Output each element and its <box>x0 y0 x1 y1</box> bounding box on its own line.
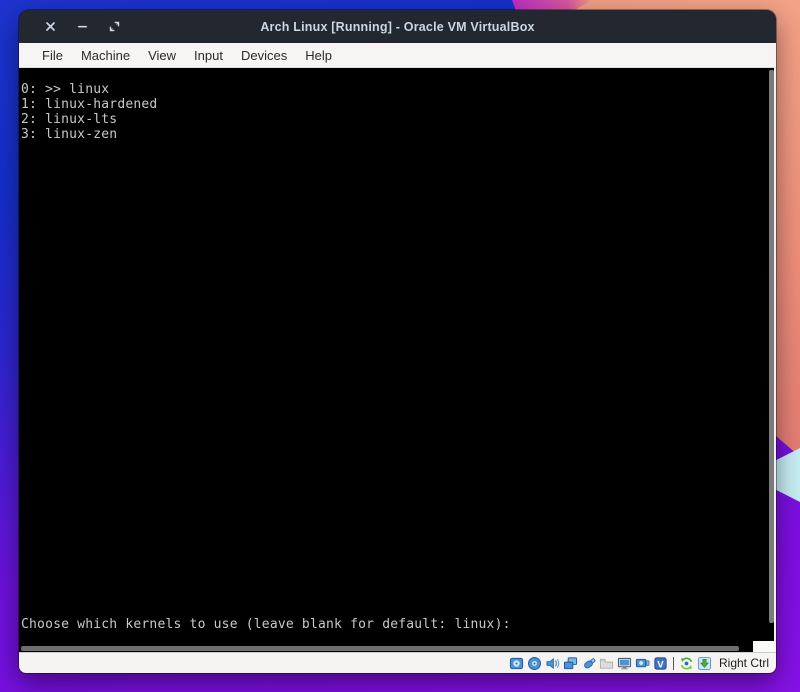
svg-text:V: V <box>657 659 664 669</box>
kernel-prompt-line: Choose which kernels to use (leave blank… <box>21 617 511 632</box>
mouse-integration-icon[interactable] <box>679 656 694 671</box>
menu-machine[interactable]: Machine <box>72 45 139 66</box>
shared-folders-icon[interactable] <box>599 656 614 671</box>
window-title: Arch Linux [Running] - Oracle VM Virtual… <box>260 20 534 34</box>
window-controls <box>45 10 120 43</box>
horizontal-scrollbar[interactable] <box>19 645 753 652</box>
horizontal-scrollbar-thumb[interactable] <box>21 646 739 651</box>
menu-view[interactable]: View <box>139 45 185 66</box>
vm-console-screen[interactable]: 0: >> linux 1: linux-hardened 2: linux-l… <box>19 68 776 652</box>
display-icon[interactable] <box>617 656 632 671</box>
menu-help[interactable]: Help <box>296 45 341 66</box>
menu-devices[interactable]: Devices <box>232 45 296 66</box>
vertical-scrollbar-track <box>774 68 776 645</box>
statusbar: V Right Ctrl <box>19 652 776 673</box>
close-icon[interactable] <box>45 21 56 32</box>
kernel-selection-list: 0: >> linux 1: linux-hardened 2: linux-l… <box>21 82 157 142</box>
usb-icon[interactable] <box>581 656 596 671</box>
keyboard-capture-icon[interactable] <box>697 656 712 671</box>
minimize-icon[interactable] <box>77 21 88 32</box>
scrollbar-corner <box>753 641 776 652</box>
titlebar[interactable]: Arch Linux [Running] - Oracle VM Virtual… <box>19 10 776 43</box>
kernel-option-linux-hardened: 1: linux-hardened <box>21 97 157 112</box>
statusbar-separator <box>673 657 674 670</box>
menu-file[interactable]: File <box>33 45 72 66</box>
hard-disks-icon[interactable] <box>509 656 524 671</box>
host-key-label: Right Ctrl <box>719 656 769 670</box>
virtualbox-window: Arch Linux [Running] - Oracle VM Virtual… <box>19 10 776 673</box>
menubar: File Machine View Input Devices Help <box>19 43 776 68</box>
restore-icon[interactable] <box>109 21 120 32</box>
features-icon[interactable]: V <box>653 656 668 671</box>
audio-icon[interactable] <box>545 656 560 671</box>
vertical-scrollbar-thumb[interactable] <box>769 70 774 623</box>
kernel-option-linux-lts: 2: linux-lts <box>21 112 157 127</box>
vertical-scrollbar[interactable] <box>768 68 776 645</box>
optical-drives-icon[interactable] <box>527 656 542 671</box>
network-icon[interactable] <box>563 656 578 671</box>
kernel-option-linux-zen: 3: linux-zen <box>21 127 157 142</box>
menu-input[interactable]: Input <box>185 45 232 66</box>
kernel-option-linux: 0: >> linux <box>21 82 157 97</box>
recording-icon[interactable] <box>635 656 650 671</box>
